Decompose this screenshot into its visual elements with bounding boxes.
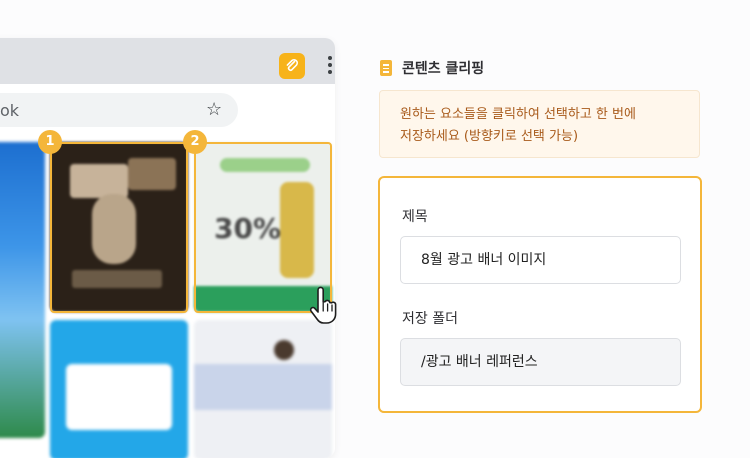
info-text-line: 원하는 요소들을 클릭하여 선택하고 한 번에 <box>400 107 636 122</box>
clip-form: 제목 8월 광고 배너 이미지 저장 폴더 /광고 배너 레퍼런스 <box>378 176 702 413</box>
panel-header: 콘텐츠 클리핑 <box>380 58 484 78</box>
content-tile[interactable] <box>50 320 188 458</box>
info-text-line: 저장하세요 (방향키로 선택 가능) <box>400 129 579 144</box>
info-message: 원하는 요소들을 클릭하여 선택하고 한 번에 저장하세요 (방향키로 선택 가… <box>379 90 700 158</box>
title-input[interactable]: 8월 광고 배너 이미지 <box>400 236 681 284</box>
document-icon <box>380 60 392 76</box>
panel-title: 콘텐츠 클리핑 <box>402 61 485 77</box>
paperclip-icon[interactable] <box>279 53 305 79</box>
content-tile[interactable] <box>194 320 332 458</box>
address-bar-text: ok <box>0 101 20 120</box>
selection-badge: 2 <box>183 130 207 154</box>
folder-input[interactable]: /광고 배너 레퍼런스 <box>400 338 681 386</box>
title-label: 제목 <box>402 209 428 225</box>
selection-badge: 1 <box>38 130 62 154</box>
address-bar[interactable]: ok ☆ <box>0 93 238 127</box>
hand-cursor-icon <box>307 286 339 326</box>
star-icon[interactable]: ☆ <box>206 100 222 120</box>
selection-outline <box>50 142 188 313</box>
content-tile[interactable] <box>0 142 45 438</box>
browser-toolbar: ok ☆ <box>0 84 335 136</box>
kebab-menu-icon[interactable] <box>328 56 332 76</box>
folder-label: 저장 폴더 <box>402 311 458 327</box>
